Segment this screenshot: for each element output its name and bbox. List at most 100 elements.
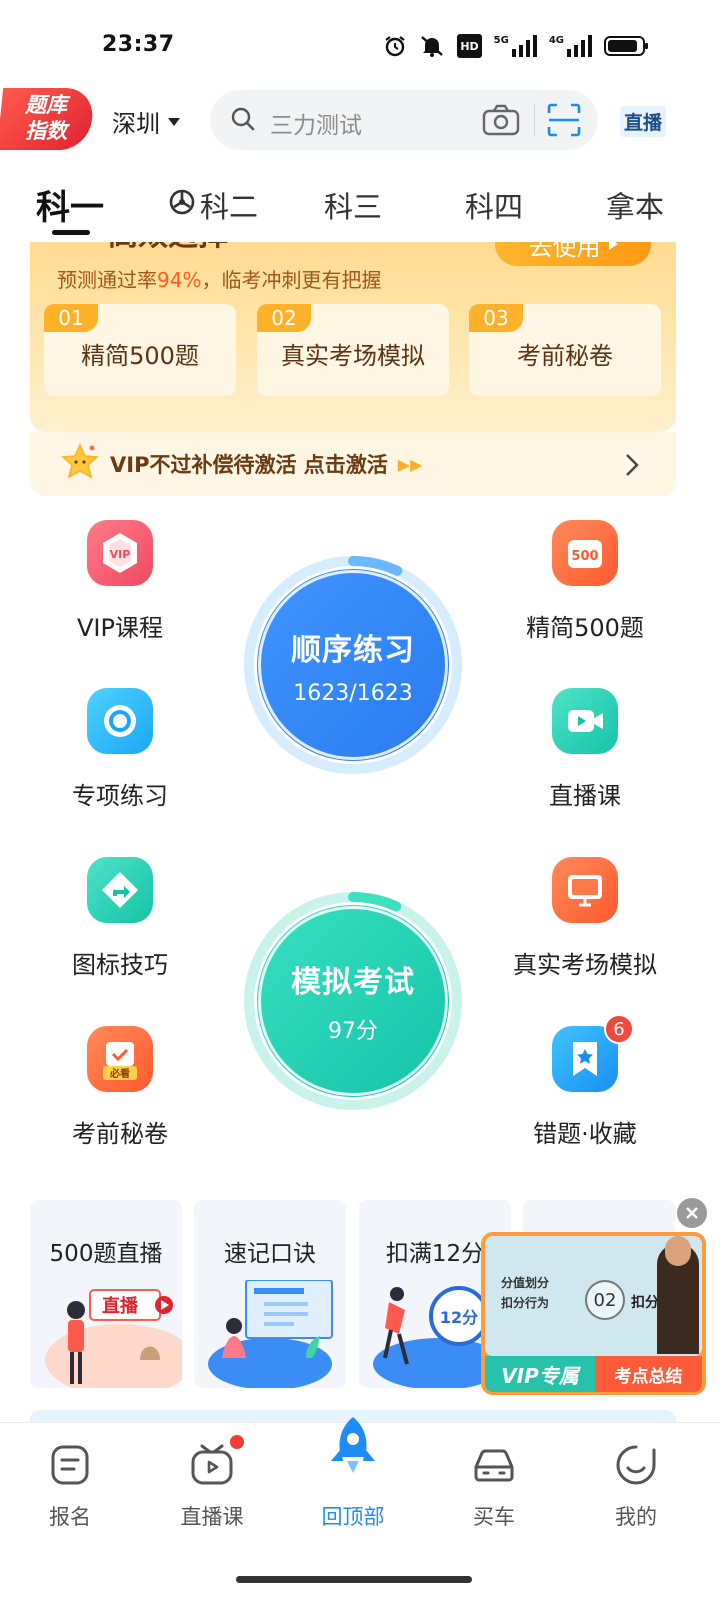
hd-icon: HD [457, 34, 482, 58]
close-icon [686, 1207, 698, 1219]
search-input[interactable]: 三力测试 [210, 90, 598, 150]
svg-text:VIP: VIP [110, 548, 131, 561]
car-icon [434, 1443, 554, 1487]
notification-dot [230, 1435, 244, 1449]
feature-wrong-collect[interactable]: 6 错题·收藏 [505, 1014, 665, 1149]
use-button[interactable]: 去使用 [495, 242, 651, 266]
promo-card: 高效选择 预测通过率94%，临考冲刺更有把握 去使用 01 精简500题 02 … [30, 242, 676, 432]
mute-icon [419, 34, 445, 58]
nav-back-to-top[interactable]: 回顶部 [293, 1417, 413, 1531]
monitor-icon [552, 857, 618, 923]
feature-label: 真实考场模拟 [513, 951, 657, 979]
tab-subject-3[interactable]: 科三 [324, 184, 382, 226]
nav-profile[interactable]: 我的 [576, 1443, 696, 1531]
bookmark-icon: 6 [552, 1014, 634, 1092]
vip-activation-bar[interactable]: VIP不过补偿待激活 点击激活 ▶▶ [30, 432, 676, 496]
alarm-icon [383, 34, 407, 58]
status-time: 23:37 [102, 32, 175, 57]
star-icon [60, 442, 100, 486]
logo-text: 题库 指数 [25, 93, 68, 143]
home-indicator [236, 1576, 472, 1583]
feature-live-course[interactable]: 直播课 [505, 688, 665, 811]
practice-title: 顺序练习 [291, 632, 415, 668]
close-video-button[interactable] [677, 1198, 707, 1228]
live-illustration-icon: 直播 [45, 1289, 182, 1388]
feature-label: 精简500题 [526, 614, 644, 642]
exam-title: 模拟考试 [291, 965, 415, 1000]
steering-wheel-icon [168, 188, 196, 223]
feature-label: VIP课程 [77, 614, 163, 642]
vip-exclusive-label: VIP专属 [485, 1356, 595, 1392]
mock-exam-button[interactable]: 模拟考试 97分 [240, 888, 466, 1114]
live-badge-button[interactable]: 直播 [620, 106, 667, 137]
feature-vip-course[interactable]: VIP VIP课程 [40, 520, 200, 643]
feature-label: 错题·收藏 [533, 1120, 637, 1148]
live-card-title: 速记口诀 [224, 1241, 316, 1267]
tab-subject-2[interactable]: 科二 [168, 184, 258, 226]
exam-ring-inner: 模拟考试 97分 [258, 906, 448, 1096]
feature-sign-tips[interactable]: 图标技巧 [40, 857, 200, 980]
feature-label: 专项练习 [72, 782, 168, 810]
video-frame: 分值划分 扣分行为 02 扣分分值 [485, 1236, 702, 1356]
live-card-mnemonics[interactable]: 速记口诀 [194, 1200, 346, 1388]
search-icon [230, 106, 256, 136]
feature-real-exam-sim[interactable]: 真实考场模拟 [505, 857, 665, 980]
practice-progress-text: 1623/1623 [293, 680, 413, 706]
practice-ring-inner: 顺序练习 1623/1623 [258, 570, 448, 760]
tab-subject-4[interactable]: 科四 [465, 184, 523, 226]
scan-icon[interactable] [546, 102, 582, 142]
nav-signup[interactable]: 报名 [10, 1443, 130, 1531]
question-bank-index-logo[interactable]: 题库 指数 [0, 88, 96, 150]
city-selector[interactable]: 深圳 [112, 104, 180, 139]
status-icons: HD 5G 4G [383, 34, 650, 58]
rocket-icon [293, 1417, 413, 1487]
camera-icon[interactable] [482, 104, 520, 140]
study-illustration-icon [208, 1280, 333, 1388]
promo-item-pre-exam-paper[interactable]: 03 考前秘卷 [469, 304, 661, 396]
city-label: 深圳 [112, 110, 160, 138]
nav-live-course[interactable]: 直播课 [152, 1435, 272, 1531]
main-content: 高效选择 预测通过率94%，临考冲刺更有把握 去使用 01 精简500题 02 … [0, 242, 720, 1422]
promo-subtitle: 预测通过率94%，临考冲刺更有把握 [57, 268, 382, 292]
video-number: 02 [585, 1280, 625, 1320]
nav-buy-car[interactable]: 买车 [434, 1443, 554, 1531]
search-placeholder: 三力测试 [270, 113, 362, 139]
active-tab-indicator [52, 230, 90, 235]
promo-item-streamlined-500[interactable]: 01 精简500题 [44, 304, 236, 396]
bottom-nav: 报名 直播课 回顶部 买车 我的 [0, 1417, 720, 1552]
svg-text:直播: 直播 [102, 1295, 139, 1317]
promo-item-real-exam-sim[interactable]: 02 真实考场模拟 [257, 304, 449, 396]
vip-icon: VIP [87, 520, 153, 586]
presenter-face [665, 1236, 691, 1266]
search-divider [534, 104, 535, 136]
video-line-1: 分值划分 [501, 1276, 550, 1290]
wrong-count-badge: 6 [604, 1014, 634, 1044]
tab-subject-1[interactable]: 科一 [36, 180, 104, 229]
subject-tabs: 科一 科二 科三 科四 拿本 [0, 176, 720, 242]
double-arrow-icon: ▶▶ [397, 454, 423, 474]
feature-pre-exam-paper[interactable]: 必看 考前秘卷 [40, 1026, 200, 1149]
sequential-practice-button[interactable]: 顺序练习 1623/1623 [240, 552, 466, 778]
feature-special-practice[interactable]: 专项练习 [40, 688, 200, 811]
chevron-right-icon [624, 452, 640, 482]
target-icon [87, 688, 153, 754]
svg-text:500: 500 [571, 549, 598, 564]
500-icon: 500 [552, 520, 618, 586]
profile-icon [576, 1443, 696, 1487]
caret-down-icon [168, 117, 180, 126]
video-pip-player[interactable]: 分值划分 扣分行为 02 扣分分值 VIP专属 考点总结 [481, 1232, 706, 1395]
video-icon [552, 688, 618, 754]
must-see-icon: 必看 [87, 1026, 153, 1092]
live-card-500[interactable]: 500题直播 直播 [30, 1200, 182, 1388]
feature-streamlined-500[interactable]: 500 精简500题 [505, 520, 665, 643]
signup-icon [10, 1443, 130, 1487]
sign-icon [87, 857, 153, 923]
tab-get-license[interactable]: 拿本 [606, 184, 664, 226]
live-card-title: 500题直播 [49, 1241, 163, 1267]
vip-activation-text: VIP不过补偿待激活 点击激活 [110, 453, 388, 477]
feature-label: 直播课 [549, 782, 621, 810]
tv-icon [152, 1435, 272, 1487]
exam-score-text: 97分 [328, 1019, 378, 1044]
status-bar: 23:37 HD 5G 4G [0, 0, 720, 90]
feature-label: 考前秘卷 [72, 1120, 168, 1148]
